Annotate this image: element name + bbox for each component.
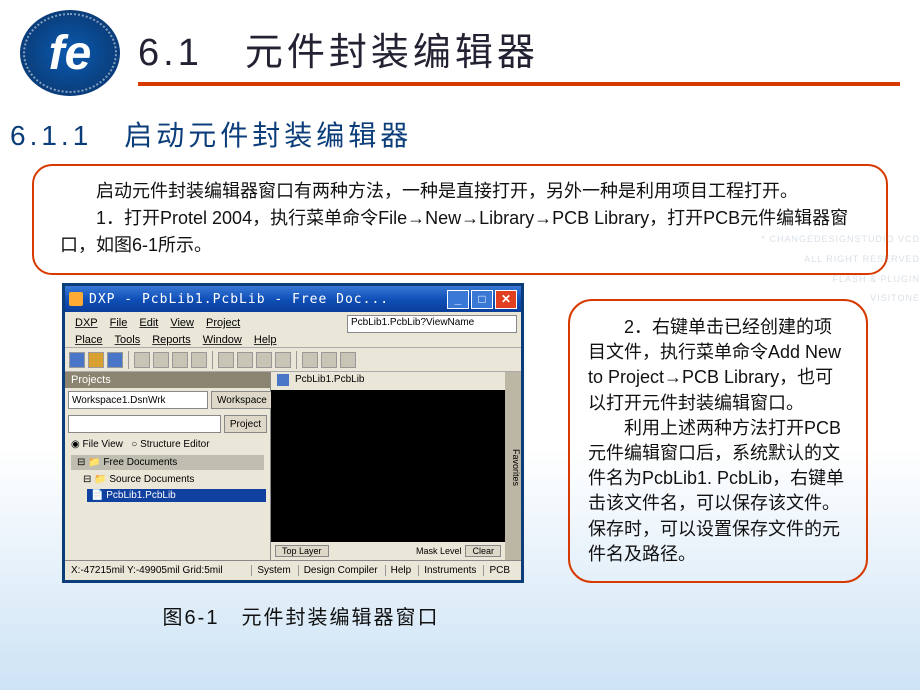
intro-p2: 1．打开Protel 2004，执行菜单命令File→New→Library→P…: [60, 205, 860, 259]
app-screenshot: DXP - PcbLib1.PcbLib - Free Doc... _ □ ✕…: [62, 283, 524, 583]
side-p1: 2．右键单击已经创建的项目文件，执行菜单命令Add New to Project…: [588, 315, 848, 416]
pcb-name-box[interactable]: PcbLib1.PcbLib?ViewName: [347, 315, 517, 333]
toolbar-icon[interactable]: [153, 352, 169, 368]
toolbar-icon[interactable]: [88, 352, 104, 368]
close-button[interactable]: ✕: [495, 290, 517, 309]
status-item[interactable]: Instruments: [418, 565, 481, 576]
statusbar: X:-47215mil Y:-49905mil Grid:5mil System…: [65, 560, 521, 580]
free-documents-node[interactable]: ⊟ 📁 Free Documents: [71, 455, 264, 470]
workspace-input[interactable]: [68, 391, 208, 409]
window-titlebar: DXP - PcbLib1.PcbLib - Free Doc... _ □ ✕: [65, 286, 521, 312]
projects-header: Projects: [65, 372, 270, 388]
menu-place[interactable]: Place: [69, 333, 109, 347]
source-documents-node[interactable]: ⊟ 📁 Source Documents: [65, 472, 270, 487]
window-title: DXP - PcbLib1.PcbLib - Free Doc...: [89, 292, 447, 307]
menubar: DXP File Edit View Project PcbLib1.PcbLi…: [65, 312, 521, 348]
status-item[interactable]: PCB: [483, 565, 515, 576]
toolbar-icon[interactable]: [340, 352, 356, 368]
document-tab: PcbLib1.PcbLib: [271, 372, 505, 390]
radio-file-view[interactable]: ◉ File View: [71, 439, 123, 450]
menu-project[interactable]: Project: [200, 316, 246, 330]
maximize-button[interactable]: □: [471, 290, 493, 309]
toolbar: [65, 348, 521, 372]
title-row: 6.1 元件封装编辑器: [138, 21, 900, 86]
section-subtitle: 6.1.1 启动元件封装编辑器: [10, 114, 920, 154]
side-box: 2．右键单击已经创建的项目文件，执行菜单命令Add New to Project…: [568, 299, 868, 583]
pcb-file-node[interactable]: 📄 PcbLib1.PcbLib: [87, 489, 266, 502]
toolbar-icon[interactable]: [107, 352, 123, 368]
project-input[interactable]: [68, 415, 221, 433]
minimize-button[interactable]: _: [447, 290, 469, 309]
top-layer-tab[interactable]: Top Layer: [275, 545, 329, 557]
app-icon: [69, 292, 83, 306]
menu-help[interactable]: Help: [248, 333, 283, 347]
figure-caption: 图6-1 元件封装编辑器窗口: [78, 601, 524, 630]
doc-tab-label[interactable]: PcbLib1.PcbLib: [295, 374, 365, 388]
menu-reports[interactable]: Reports: [146, 333, 197, 347]
menu-window[interactable]: Window: [197, 333, 248, 347]
intro-p1: 启动元件封装编辑器窗口有两种方法，一种是直接打开，另外一种是利用项目工程打开。: [60, 178, 860, 205]
menu-tools[interactable]: Tools: [109, 333, 147, 347]
project-row: Project: [65, 412, 270, 436]
window-buttons: _ □ ✕: [447, 290, 517, 309]
toolbar-sep: [128, 351, 129, 369]
menu-dxp[interactable]: DXP: [69, 316, 104, 330]
toolbar-icon[interactable]: [256, 352, 272, 368]
radio-structure[interactable]: ○ Structure Editor: [131, 439, 209, 450]
toolbar-icon[interactable]: [172, 352, 188, 368]
toolbar-icon[interactable]: [237, 352, 253, 368]
clear-button[interactable]: Clear: [465, 545, 501, 557]
workspace-row: Workspace: [65, 388, 270, 412]
logo-badge: fe: [20, 10, 120, 96]
toolbar-sep: [296, 351, 297, 369]
toolbar-icon[interactable]: [134, 352, 150, 368]
toolbar-sep: [212, 351, 213, 369]
logo-text: fe: [49, 26, 92, 81]
toolbar-icon[interactable]: [321, 352, 337, 368]
toolbar-icon[interactable]: [302, 352, 318, 368]
doc-icon: [277, 374, 289, 386]
toolbar-icon[interactable]: [69, 352, 85, 368]
project-button[interactable]: Project: [224, 415, 267, 433]
body-row: Projects Workspace Project ◉ File View ○…: [65, 372, 521, 560]
status-item[interactable]: Help: [385, 565, 417, 576]
toolbar-icon[interactable]: [275, 352, 291, 368]
view-radios: ◉ File View ○ Structure Editor: [65, 436, 270, 453]
favorites-tab[interactable]: Favorites: [505, 372, 521, 560]
intro-box: 启动元件封装编辑器窗口有两种方法，一种是直接打开，另外一种是利用项目工程打开。 …: [32, 164, 888, 275]
status-item[interactable]: System: [251, 565, 295, 576]
workspace-button[interactable]: Workspace: [211, 391, 273, 409]
status-item[interactable]: Design Compiler: [298, 565, 383, 576]
side-p2: 利用上述两种方法打开PCB元件编辑窗口后，系统默认的文件名为PcbLib1. P…: [588, 416, 848, 567]
toolbar-icon[interactable]: [218, 352, 234, 368]
toolbar-icon[interactable]: [191, 352, 207, 368]
projects-panel: Projects Workspace Project ◉ File View ○…: [65, 372, 271, 560]
layer-bar: Top Layer Mask Level Clear: [271, 542, 505, 560]
menu-view[interactable]: View: [164, 316, 200, 330]
menu-edit[interactable]: Edit: [133, 316, 164, 330]
menu-file[interactable]: File: [104, 316, 134, 330]
main-title: 6.1 元件封装编辑器: [138, 21, 900, 76]
coordinates: X:-47215mil Y:-49905mil Grid:5mil: [71, 565, 249, 576]
canvas-area[interactable]: PcbLib1.PcbLib Top Layer Mask Level Clea…: [271, 372, 505, 560]
mask-level-label[interactable]: Mask Level: [416, 546, 462, 556]
slide-header: fe 6.1 元件封装编辑器: [0, 0, 920, 96]
